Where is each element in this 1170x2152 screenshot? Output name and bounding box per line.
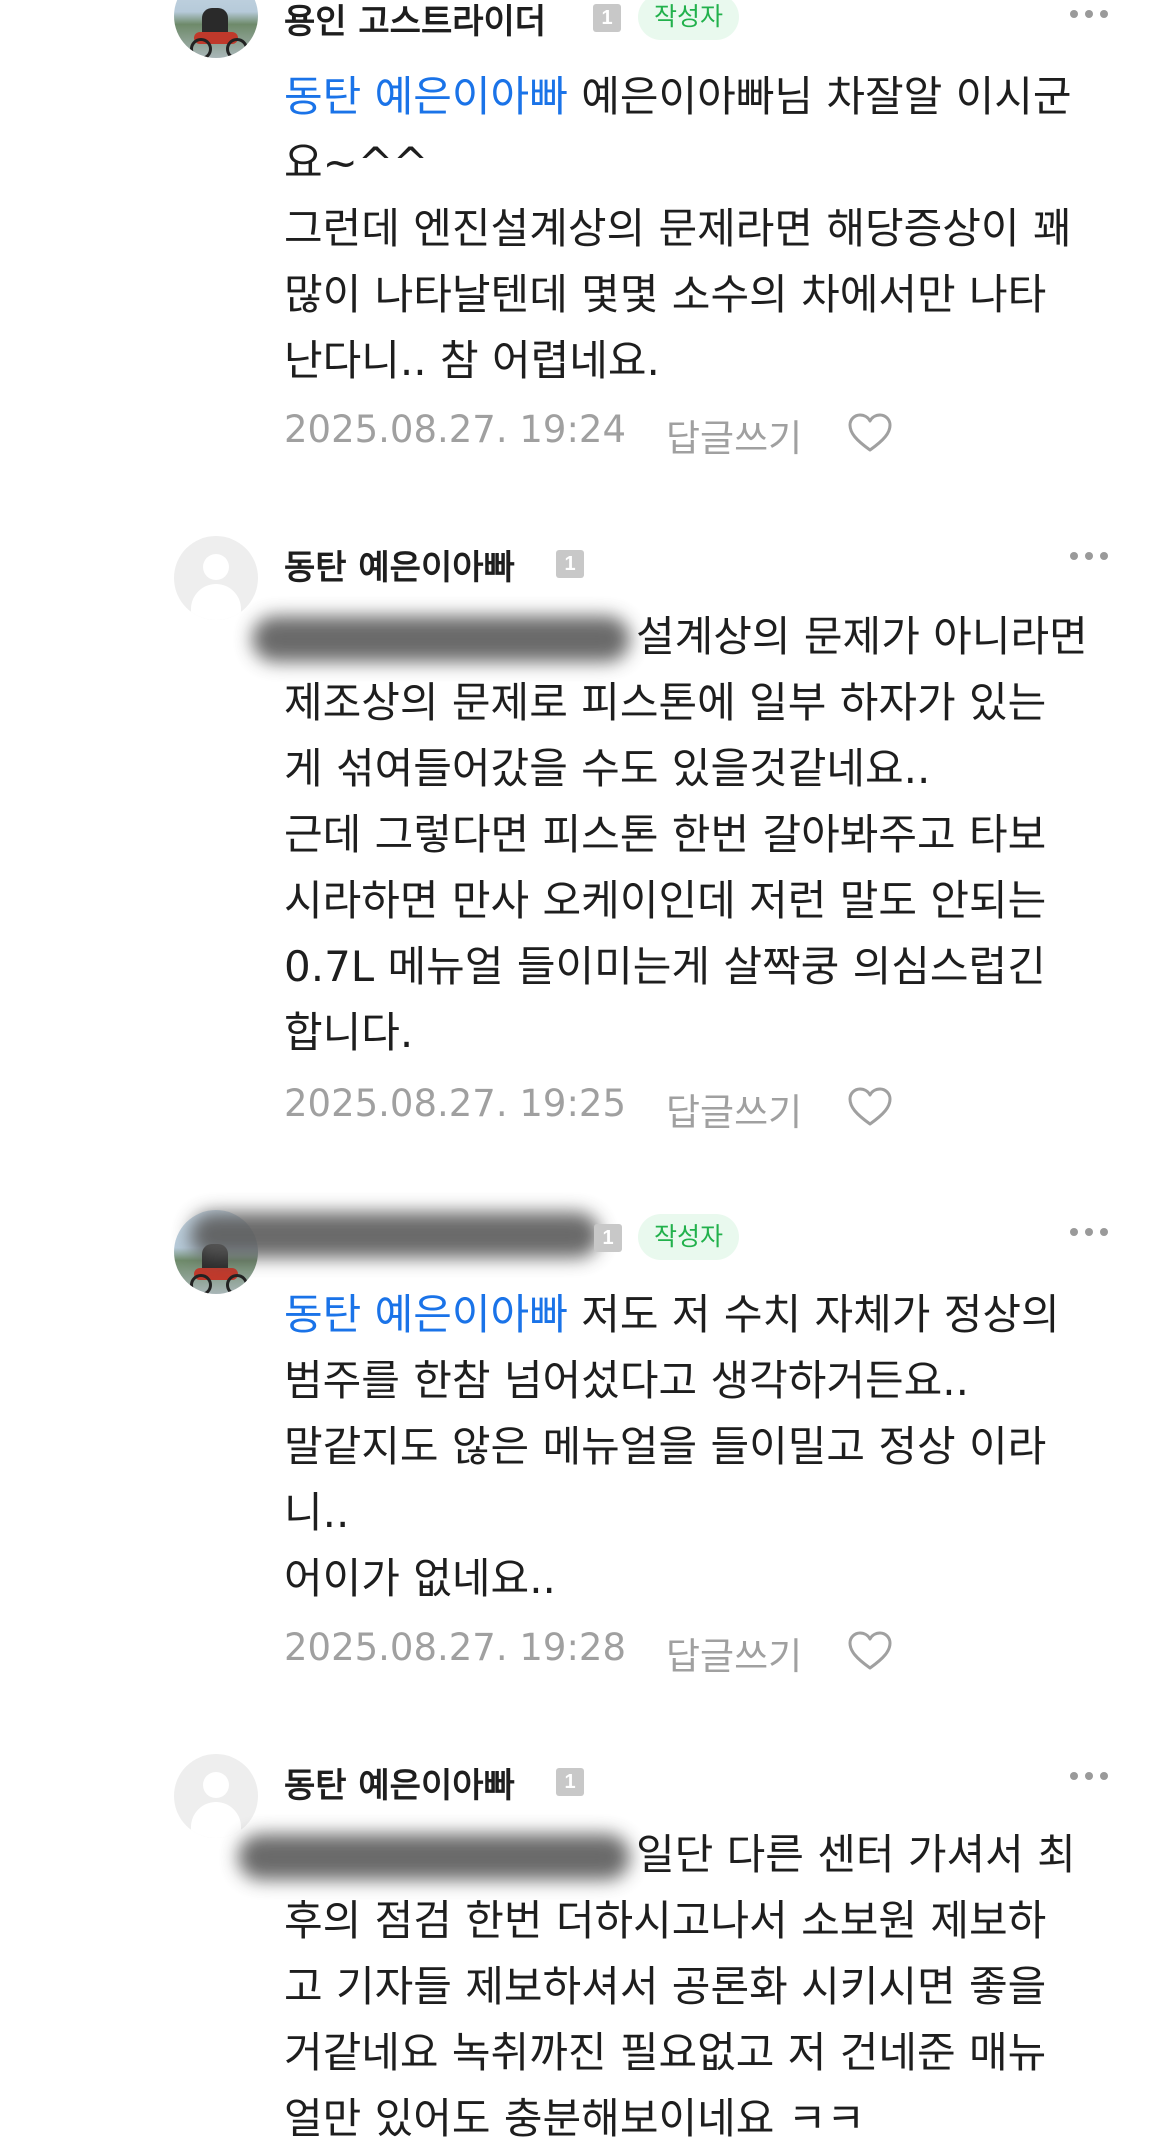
comment-date: 2025.08.27. 19:25	[284, 1082, 626, 1125]
member-level-icon: 1	[556, 1768, 584, 1796]
redacted-nickname	[190, 1212, 600, 1258]
comment-text: 일단 다른 센터 가셔서 최 후의 점검 한번 더하시고나서 소보원 제보하 고…	[284, 1830, 1076, 2143]
member-level-icon: 1	[593, 4, 621, 32]
avatar[interactable]	[174, 536, 258, 620]
avatar[interactable]	[174, 1754, 258, 1838]
comment-text: 설계상의 문제가 아니라면 제조상의 문제로 피스톤에 일부 하자가 있는 게 …	[284, 612, 1088, 1057]
comment-date: 2025.08.27. 19:24	[284, 408, 626, 451]
heart-outline-icon[interactable]	[846, 412, 894, 454]
author-badge: 작성자	[638, 0, 740, 40]
reply-button[interactable]: 답글쓰기	[666, 1626, 802, 1680]
reply-button[interactable]: 답글쓰기	[666, 1082, 802, 1136]
more-dots-icon[interactable]	[1068, 1772, 1112, 1782]
comment-date: 2025.08.27. 19:28	[284, 1626, 626, 1669]
more-dots-icon[interactable]	[1068, 10, 1112, 20]
comment-nickname[interactable]: 용인 고스트라이더	[284, 0, 546, 43]
comment-text: 동탄 예은이아빠 예은이아빠님 차잘알 이시군 요~^^ 그런데 엔진설계상의 …	[284, 72, 1072, 385]
mention-link[interactable]: 동탄 예은이아빠	[284, 72, 568, 121]
member-level-icon: 1	[594, 1224, 622, 1252]
comment-text: 동탄 예은이아빠 저도 저 수치 자체가 정상의 범주를 한참 넘어섰다고 생각…	[284, 1290, 1060, 1603]
more-dots-icon[interactable]	[1068, 552, 1112, 562]
author-badge: 작성자	[638, 1214, 740, 1260]
avatar[interactable]	[174, 0, 258, 58]
more-dots-icon[interactable]	[1068, 1228, 1112, 1238]
comment-nickname[interactable]: 동탄 예은이아빠	[284, 1758, 515, 1807]
heart-outline-icon[interactable]	[846, 1086, 894, 1128]
comment-nickname[interactable]: 동탄 예은이아빠	[284, 540, 515, 589]
member-level-icon: 1	[556, 550, 584, 578]
mention-link[interactable]: 동탄 예은이아빠	[284, 1290, 568, 1339]
reply-button[interactable]: 답글쓰기	[666, 408, 802, 462]
heart-outline-icon[interactable]	[846, 1630, 894, 1672]
